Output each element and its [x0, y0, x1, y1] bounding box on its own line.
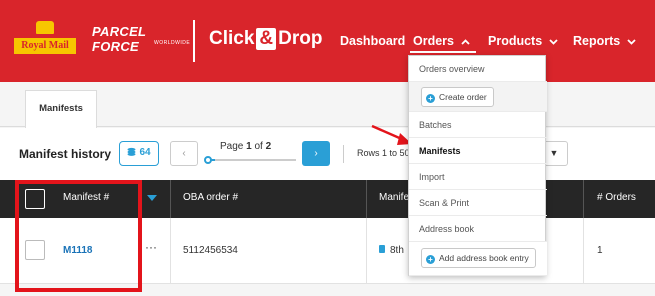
menu-item-orders-overview[interactable]: Orders overview — [409, 56, 547, 82]
create-order-button[interactable]: + Create order — [421, 87, 494, 107]
nav-reports[interactable]: Reports — [573, 34, 636, 48]
logo-drop: Drop — [278, 28, 323, 49]
page-slider-track[interactable] — [206, 159, 296, 161]
nav-dashboard-label: Dashboard — [340, 34, 406, 48]
crown-icon — [36, 21, 54, 34]
manifest-count: 64 — [139, 147, 151, 158]
chevron-up-icon — [458, 37, 470, 48]
manifest-count-badge[interactable]: 64 — [119, 141, 159, 166]
page-total: 2 — [265, 141, 272, 152]
stack-icon — [127, 147, 136, 156]
column-divider — [170, 180, 171, 218]
click-and-drop-logo[interactable]: Click & Drop — [209, 28, 322, 50]
column-divider — [583, 180, 584, 218]
create-order-label: Create order — [439, 92, 487, 102]
caret-down-icon: ▼ — [549, 148, 559, 158]
column-header-orders[interactable]: # Orders — [597, 192, 636, 203]
toolbar-divider — [343, 145, 344, 163]
chevron-left-icon: ‹ — [182, 148, 186, 159]
orders-count: 1 — [597, 245, 603, 256]
plus-icon: + — [426, 255, 435, 264]
manifest-date: 8th — [390, 245, 404, 256]
rows-range-label: Rows 1 to 50 — [357, 148, 410, 158]
add-address-book-entry-button[interactable]: + Add address book entry — [421, 248, 536, 268]
orders-dropdown-menu: Orders overview + Create order Batches Ma… — [408, 55, 547, 276]
menu-item-import[interactable]: Import — [409, 164, 547, 190]
page-title: Manifest history — [19, 147, 112, 161]
parcelforce-logo-text: PARCEL FORCE — [92, 24, 147, 54]
tab-manifests[interactable]: Manifests — [25, 90, 97, 128]
orders-active-underline — [410, 51, 476, 53]
royal-mail-logo-text: Royal Mail — [14, 38, 76, 54]
parcelforce-logo-subtext: WORLDWIDE — [154, 40, 191, 46]
add-address-book-entry-label: Add address book entry — [439, 253, 529, 263]
next-page-button[interactable]: › — [302, 141, 330, 166]
nav-orders[interactable]: Orders — [413, 34, 470, 48]
nav-products-label: Products — [488, 34, 543, 48]
chevron-down-icon — [624, 37, 636, 48]
header-divider — [193, 20, 195, 62]
column-divider — [583, 218, 584, 284]
nav-products[interactable]: Products — [488, 34, 558, 48]
chevron-down-icon — [546, 37, 558, 48]
column-header-oba-order[interactable]: OBA order # — [183, 192, 238, 203]
column-divider — [170, 218, 171, 284]
column-divider — [366, 180, 367, 218]
column-divider — [366, 218, 367, 284]
manifest-date-cell: 8th — [379, 245, 404, 256]
logo-click: Click — [209, 28, 255, 49]
royal-mail-logo[interactable]: Royal Mail — [14, 21, 76, 61]
oba-order-number: 5112456534 — [183, 245, 238, 256]
menu-item-address-book[interactable]: Address book — [409, 216, 547, 242]
menu-item-batches[interactable]: Batches — [409, 112, 547, 138]
plus-icon: + — [426, 94, 435, 103]
page-slider-handle[interactable] — [204, 156, 212, 164]
nav-reports-label: Reports — [573, 34, 621, 48]
tab-bar: Manifests — [0, 82, 655, 128]
sort-descending-icon[interactable] — [147, 195, 157, 201]
document-icon — [379, 245, 385, 253]
logo-ampersand: & — [256, 28, 277, 50]
menu-item-create-order-row: + Create order — [409, 82, 547, 112]
highlight-box — [15, 180, 142, 292]
page-label-prefix: Page — [220, 141, 247, 152]
app-header: Royal Mail PARCEL FORCE WORLDWIDE Click &… — [0, 0, 655, 82]
parcelforce-logo[interactable]: PARCEL FORCE WORLDWIDE — [92, 24, 192, 54]
nav-dashboard[interactable]: Dashboard — [340, 34, 405, 48]
menu-item-manifests[interactable]: Manifests — [409, 138, 547, 164]
row-actions-menu[interactable]: ··· — [145, 240, 157, 254]
manifest-history-toolbar: Manifest history 64 ‹ Page 1 of 2 › Rows… — [0, 128, 655, 180]
previous-page-button[interactable]: ‹ — [170, 141, 198, 166]
menu-item-add-address-row: + Add address book entry — [409, 242, 547, 276]
chevron-right-icon: › — [314, 148, 318, 159]
nav-orders-label: Orders — [413, 34, 454, 48]
page-indicator: Page 1 of 2 — [220, 141, 271, 152]
menu-item-scan-print[interactable]: Scan & Print — [409, 190, 547, 216]
page-label-mid: of — [251, 141, 266, 152]
